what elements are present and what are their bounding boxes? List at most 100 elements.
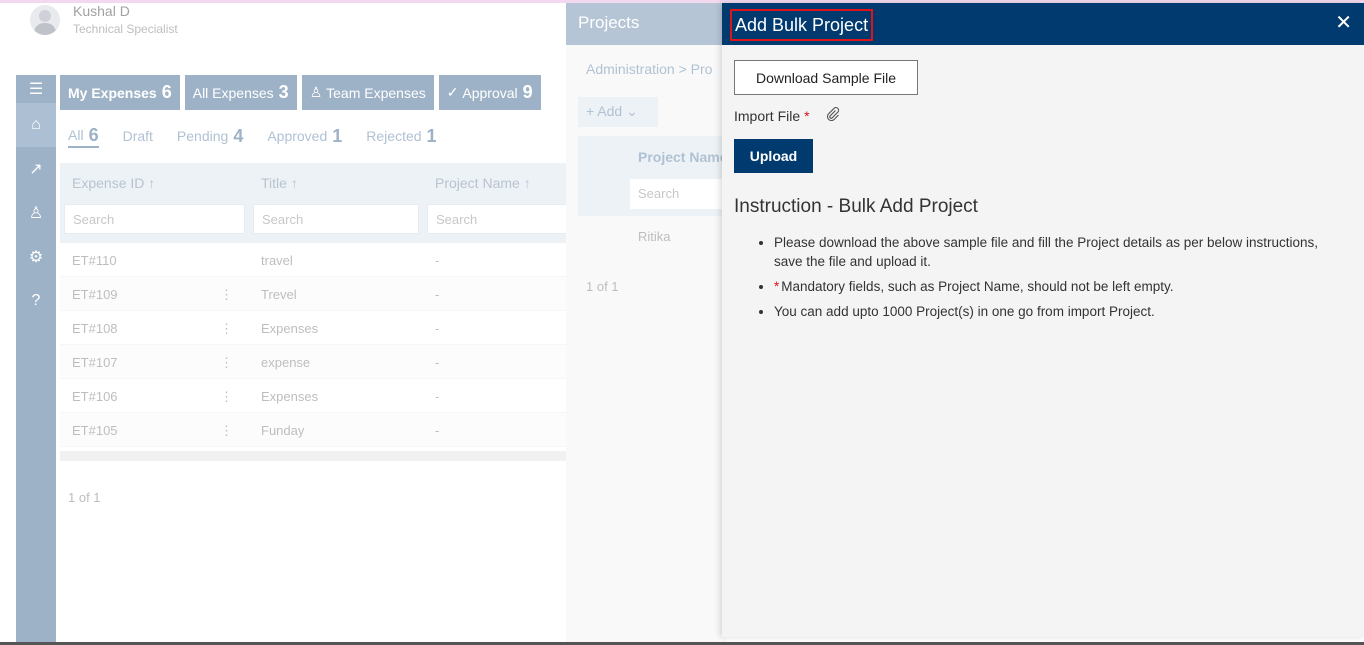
subtab-count: 1	[426, 125, 437, 146]
cell-expense-id[interactable]: ET#108	[72, 321, 118, 336]
help-icon[interactable]: ?	[16, 279, 56, 323]
more-icon[interactable]: ⋮	[220, 287, 233, 303]
list-item: Please download the above sample file an…	[774, 233, 1344, 271]
cell-title: expense	[261, 355, 311, 370]
more-icon[interactable]: ⋮	[220, 389, 233, 405]
cell-title: travel	[261, 253, 293, 268]
subtab-draft[interactable]: Draft	[123, 124, 153, 148]
cell-project: -	[435, 389, 440, 404]
import-file-label: Import File	[734, 107, 801, 124]
cell-project: -	[435, 423, 440, 438]
column-header-expense-id[interactable]: Expense ID ↑	[72, 175, 155, 191]
tab-label: Team Expenses	[326, 84, 426, 101]
expense-tabs: My Expenses 6 All Expenses 3 ♙ Team Expens…	[60, 75, 546, 110]
cell-expense-id[interactable]: ET#109	[72, 287, 118, 302]
instruction-title: Instruction - Bulk Add Project	[734, 196, 978, 217]
subtab-label: Pending	[176, 128, 229, 144]
tab-label: All Expenses	[192, 84, 274, 101]
horizontal-scrollbar[interactable]	[60, 451, 570, 461]
subtab-all[interactable]: All 6	[68, 124, 99, 148]
paperclip-icon[interactable]	[826, 107, 840, 124]
gear-icon[interactable]: ⚙	[16, 235, 56, 279]
projects-grid-header: Project Name Search	[578, 136, 730, 216]
subtab-label: Draft	[122, 128, 153, 144]
more-icon[interactable]: ⋮	[220, 355, 233, 371]
add-bulk-project-dialog: Add Bulk Project ✕ Download Sample File …	[722, 3, 1364, 637]
column-header-project-name[interactable]: Project Name ↑	[435, 175, 531, 191]
close-icon[interactable]: ✕	[1335, 13, 1352, 33]
subtab-count: 4	[233, 125, 244, 146]
instruction-list: Please download the above sample file an…	[774, 233, 1344, 327]
expense-grid: Expense ID ↑ Title ↑ Project Name ↑ Sear…	[60, 163, 570, 461]
tab-count: 3	[278, 82, 289, 102]
list-item: *Mandatory fields, such as Project Name,…	[774, 277, 1344, 296]
required-mark: *	[774, 279, 780, 294]
breadcrumb[interactable]: Administration > Pro	[586, 61, 712, 77]
tab-approval[interactable]: ✓ Approval 9	[438, 75, 541, 110]
cell-title: Trevel	[261, 287, 297, 302]
check-icon: ✓	[446, 84, 463, 100]
user-settings-icon[interactable]: ♙	[16, 191, 56, 235]
add-label: Add	[597, 103, 623, 119]
search-input-project-name[interactable]: Search	[427, 204, 570, 234]
menu-icon[interactable]: ☰	[16, 75, 56, 103]
plus-icon: +	[586, 103, 598, 119]
more-icon[interactable]: ⋮	[220, 423, 233, 439]
home-icon[interactable]: ⌂	[16, 103, 56, 147]
instruction-text: Mandatory fields, such as Project Name, …	[781, 279, 1174, 294]
table-row[interactable]: ET#110 travel -	[60, 243, 570, 277]
column-header-project-name[interactable]: Project Name	[638, 149, 727, 165]
grid-pager: 1 of 1	[68, 490, 101, 505]
subtab-label: Approved	[267, 128, 328, 144]
search-input-project[interactable]: Search	[630, 179, 730, 209]
subtab-approved[interactable]: Approved 1	[267, 124, 342, 148]
cell-project: -	[435, 321, 440, 336]
cell-expense-id[interactable]: ET#107	[72, 355, 118, 370]
list-item: You can add upto 1000 Project(s) in one …	[774, 302, 1344, 321]
more-icon[interactable]: ⋮	[220, 321, 233, 337]
person-icon: ♙	[309, 84, 327, 100]
download-sample-file-button[interactable]: Download Sample File	[734, 60, 918, 95]
subtab-pending[interactable]: Pending 4	[177, 124, 243, 148]
status-subtabs: All 6 Draft Pending 4 Approved 1 Rejected 1	[68, 124, 461, 148]
user-role: Technical Specialist	[73, 22, 178, 36]
cell-expense-id[interactable]: ET#110	[72, 253, 117, 268]
column-header-title[interactable]: Title ↑	[261, 175, 298, 191]
projects-panel: Projects Administration > Pro + Add ⌄ Pr…	[566, 3, 730, 645]
user-name: Kushal D	[73, 3, 130, 19]
upload-button[interactable]: Upload	[734, 139, 813, 173]
add-button[interactable]: + Add ⌄	[578, 97, 658, 127]
cell-expense-id[interactable]: ET#106	[72, 389, 118, 404]
subtab-rejected[interactable]: Rejected 1	[366, 124, 436, 148]
table-row[interactable]: ET#106 ⋮ Expenses -	[60, 379, 570, 413]
projects-title: Projects	[566, 3, 726, 45]
table-row[interactable]: ET#109 ⋮ Trevel -	[60, 277, 570, 311]
projects-pager: 1 of 1	[586, 279, 619, 294]
table-row[interactable]: ET#108 ⋮ Expenses -	[60, 311, 570, 345]
cell-title: Funday	[261, 423, 305, 438]
tab-all-expenses[interactable]: All Expenses 3	[184, 75, 297, 110]
user-profile[interactable]: Kushal D Technical Specialist	[30, 3, 178, 39]
grid-header: Expense ID ↑ Title ↑ Project Name ↑ Sear…	[60, 163, 570, 243]
dialog-title: Add Bulk Project	[730, 9, 874, 41]
tab-count: 9	[522, 82, 533, 102]
left-nav-rail: ☰ ⌂ ↗ ♙ ⚙ ?	[16, 75, 56, 645]
cell-expense-id[interactable]: ET#105	[72, 423, 118, 438]
subtab-label: Rejected	[366, 128, 422, 144]
tab-team-expenses[interactable]: ♙ Team Expenses	[301, 75, 434, 110]
avatar[interactable]	[30, 5, 60, 35]
tab-my-expenses[interactable]: My Expenses 6	[60, 75, 180, 110]
list-item[interactable]: Ritika	[638, 229, 671, 244]
chart-icon[interactable]: ↗	[16, 147, 56, 191]
search-input-expense-id[interactable]: Search	[64, 204, 245, 234]
subtab-count: 1	[332, 125, 343, 146]
search-input-title[interactable]: Search	[253, 204, 419, 234]
cell-project: -	[435, 287, 440, 302]
cell-title: Expenses	[261, 389, 319, 404]
dialog-header: Add Bulk Project ✕	[722, 3, 1364, 45]
subtab-label: All	[68, 127, 84, 143]
table-row[interactable]: ET#107 ⋮ expense -	[60, 345, 570, 379]
cell-title: Expenses	[261, 321, 319, 336]
tab-label: Approval	[462, 84, 518, 101]
table-row[interactable]: ET#105 ⋮ Funday -	[60, 413, 570, 447]
